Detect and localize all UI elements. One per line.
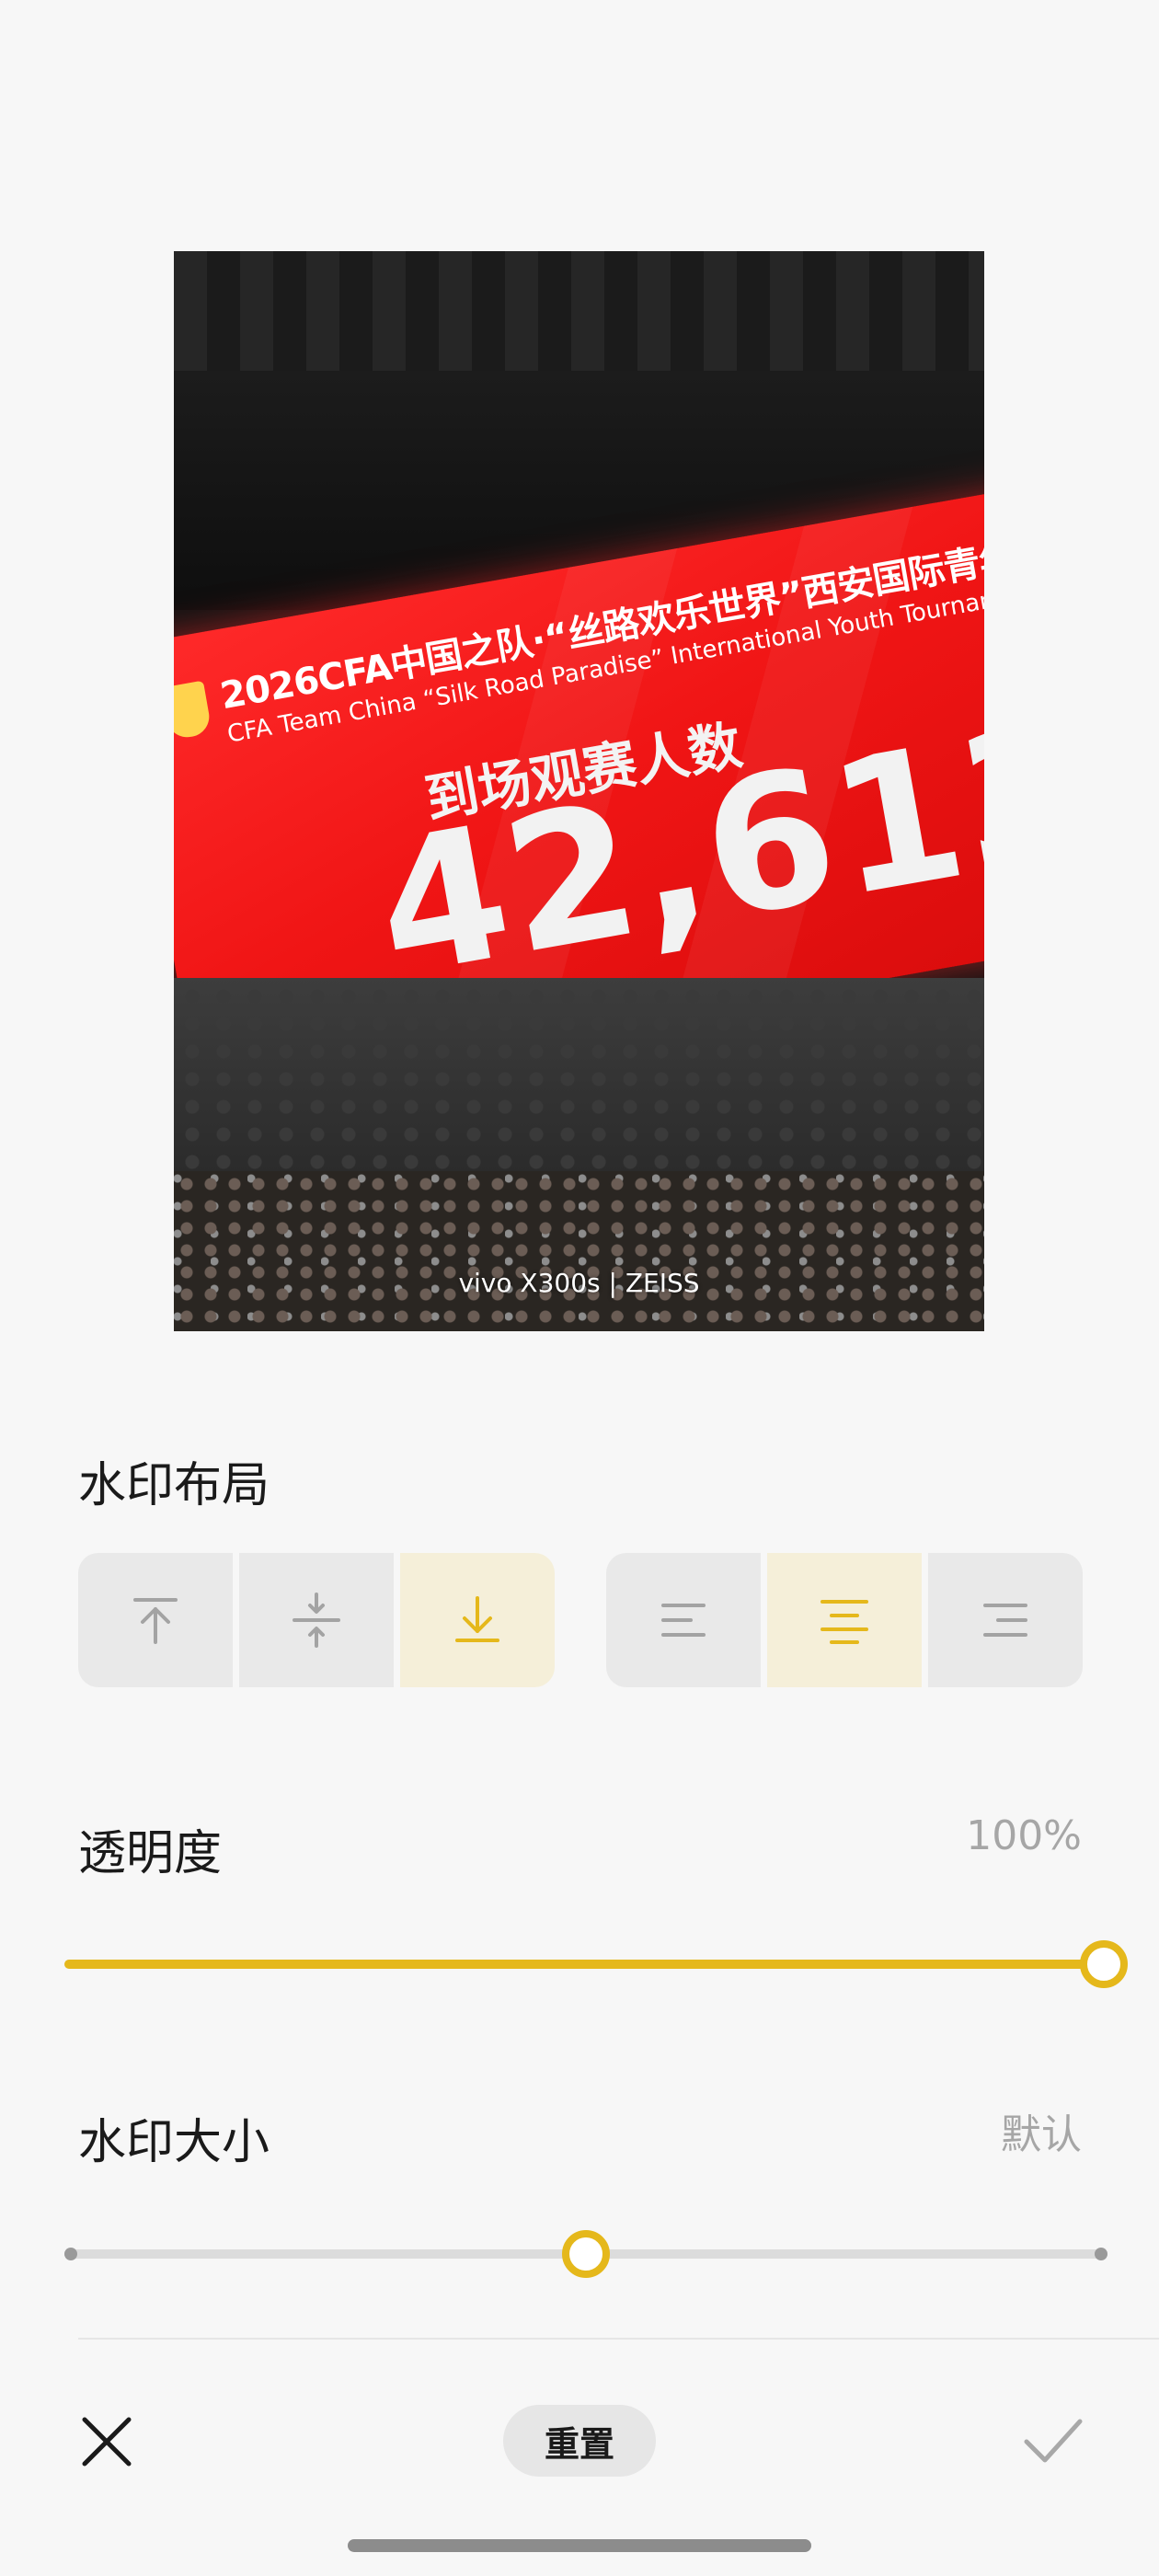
size-max-dot (1095, 2248, 1107, 2260)
horizontal-position-group (606, 1553, 1083, 1687)
stadium-crowd (174, 1171, 984, 1331)
align-middle-icon (293, 1593, 340, 1648)
cfa-emblem-icon (174, 680, 212, 741)
align-left-button[interactable] (606, 1553, 761, 1687)
confirm-button[interactable] (1021, 2414, 1085, 2469)
align-right-button[interactable] (928, 1553, 1083, 1687)
align-center-button[interactable] (767, 1553, 922, 1687)
photo-watermark: vivo X300s | ZEISS (458, 1268, 700, 1298)
align-left-icon (661, 1604, 706, 1637)
align-bottom-icon (455, 1596, 499, 1642)
opacity-value: 100% (966, 1812, 1082, 1859)
watermark-size-label: 水印大小 (78, 2115, 270, 2170)
photo-preview: 2026CFA中国之队·“丝路欢乐世界”西安国际青年足球锦标赛 CFA Team… (174, 251, 984, 1331)
check-icon (1024, 2419, 1083, 2463)
watermark-layout-label: 水印布局 (78, 1458, 270, 1513)
opacity-handle[interactable] (1080, 1940, 1128, 1988)
home-indicator (348, 2539, 811, 2552)
footer-divider (78, 2338, 1159, 2340)
size-min-dot (64, 2248, 77, 2260)
opacity-fill (64, 1960, 1107, 1969)
reset-button[interactable]: 重置 (503, 2405, 656, 2477)
cancel-button[interactable] (77, 2412, 136, 2471)
watermark-size-value: 默认 (1001, 2111, 1082, 2158)
close-icon (82, 2417, 132, 2467)
align-center-icon (820, 1600, 868, 1644)
opacity-label: 透明度 (78, 1826, 223, 1881)
align-right-icon (983, 1604, 1027, 1637)
align-bottom-button[interactable] (400, 1553, 555, 1687)
stadium-roof (174, 251, 984, 371)
align-top-button[interactable] (78, 1553, 233, 1687)
vertical-position-group (78, 1553, 555, 1687)
align-top-icon (133, 1598, 178, 1644)
size-handle[interactable] (562, 2230, 610, 2278)
align-middle-button[interactable] (239, 1553, 394, 1687)
